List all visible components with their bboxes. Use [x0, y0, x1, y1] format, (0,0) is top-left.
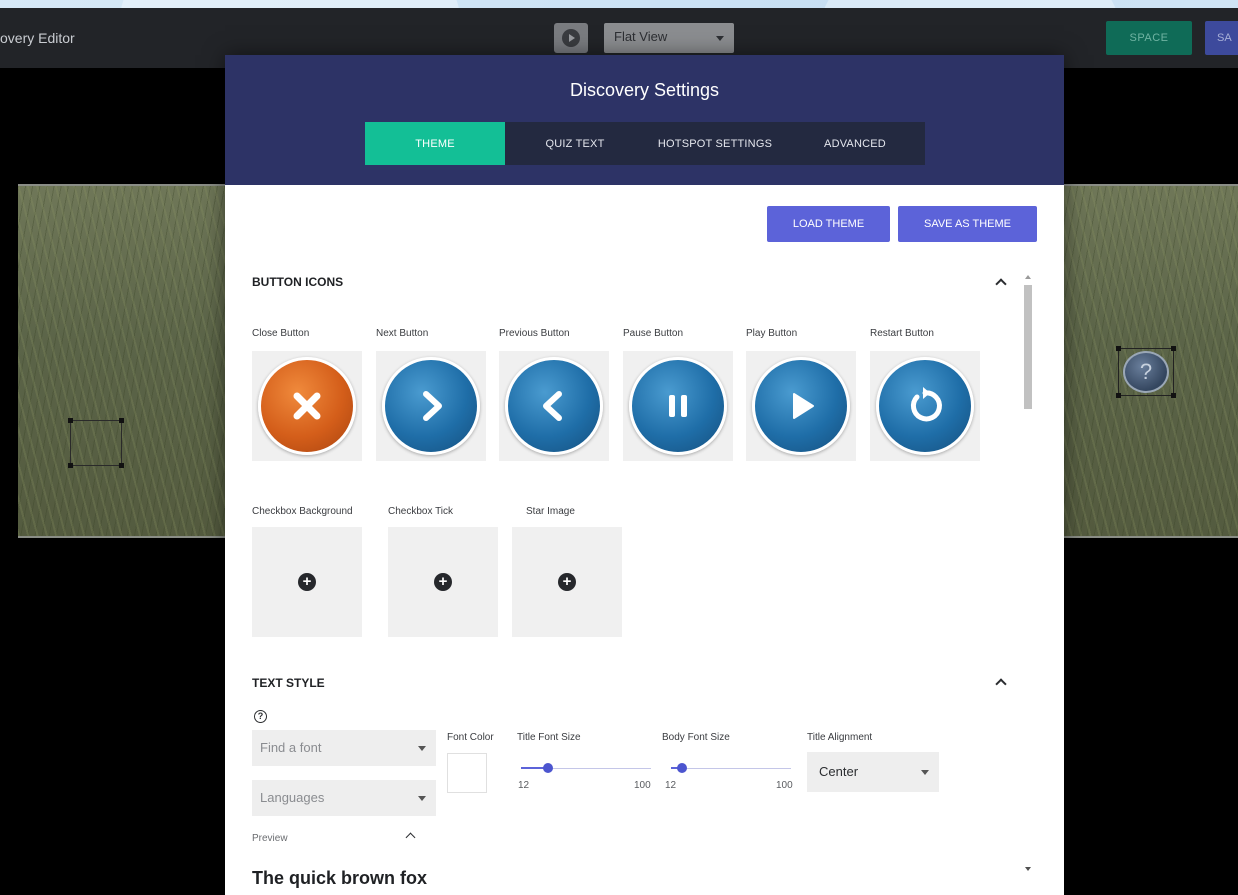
previous-button-tile[interactable]	[499, 351, 609, 461]
pause-button-label: Pause Button	[623, 328, 684, 339]
pause-button-tile[interactable]	[623, 351, 733, 461]
restart-icon	[876, 357, 974, 455]
body-font-size-label: Body Font Size	[662, 732, 730, 743]
star-image-tile[interactable]: +	[512, 527, 622, 637]
view-mode-select[interactable]: Flat View	[604, 23, 734, 53]
chevron-down-icon	[418, 796, 426, 801]
pause-icon	[629, 357, 727, 455]
next-button-tile[interactable]	[376, 351, 486, 461]
resize-handle[interactable]	[119, 418, 124, 423]
resize-handle[interactable]	[1171, 346, 1176, 351]
resize-handle[interactable]	[68, 418, 73, 423]
preview-label: Preview	[252, 833, 288, 844]
chevron-right-icon	[382, 357, 480, 455]
preview-play-button[interactable]	[554, 23, 588, 53]
checkbox-background-tile[interactable]: +	[252, 527, 362, 637]
title-font-size-min: 12	[518, 780, 530, 791]
preview-collapse-icon[interactable]	[405, 832, 416, 843]
font-search-select[interactable]: Find a font	[252, 730, 436, 766]
space-button[interactable]: SPACE	[1106, 21, 1192, 55]
dialog-scrollbar[interactable]	[1022, 273, 1034, 873]
help-icon-glyph: ?	[257, 711, 264, 721]
add-image-icon: +	[558, 573, 576, 591]
star-image-label: Star Image	[526, 506, 575, 517]
dialog-title: Discovery Settings	[569, 80, 720, 100]
scrollbar-thumb[interactable]	[1024, 285, 1032, 409]
hotspot-question[interactable]: ?	[1116, 346, 1176, 398]
scroll-down-arrow-icon[interactable]	[1025, 867, 1031, 871]
collapse-chevron-icon[interactable]	[995, 278, 1007, 290]
close-button-tile[interactable]	[252, 351, 362, 461]
collapse-chevron-icon[interactable]	[995, 678, 1007, 690]
resize-handle[interactable]	[1116, 393, 1121, 398]
font-color-label: Font Color	[447, 732, 494, 743]
add-image-icon: +	[298, 573, 316, 591]
font-placeholder: Find a font	[260, 740, 322, 755]
play-button-label: Play Button	[746, 328, 798, 339]
checkbox-tick-tile[interactable]: +	[388, 527, 498, 637]
body-font-size-slider[interactable]	[671, 768, 791, 769]
tab-theme[interactable]: THEME	[365, 122, 505, 165]
chevron-down-icon	[921, 770, 929, 775]
text-style-heading: TEXT STYLE	[252, 676, 325, 690]
view-mode-value: Flat View	[614, 29, 668, 44]
tab-quiz-text[interactable]: QUIZ TEXT	[505, 122, 645, 165]
checkbox-tick-label: Checkbox Tick	[388, 506, 454, 517]
scroll-up-arrow-icon[interactable]	[1025, 275, 1031, 279]
title-font-size-handle[interactable]	[543, 763, 553, 773]
play-icon	[752, 357, 850, 455]
dialog-header: Discovery Settings THEME QUIZ TEXT HOTSP…	[225, 55, 1064, 185]
add-image-icon: +	[434, 573, 452, 591]
settings-tabs: THEME QUIZ TEXT HOTSPOT SETTINGS ADVANCE…	[365, 122, 925, 165]
button-icons-heading: BUTTON ICONS	[252, 275, 344, 289]
play-button-tile[interactable]	[746, 351, 856, 461]
chevron-down-icon	[418, 746, 426, 751]
hotspot-rectangle[interactable]	[68, 418, 124, 468]
chevron-down-icon	[716, 36, 724, 41]
body-font-size-max: 100	[776, 780, 793, 791]
load-theme-button[interactable]: LOAD THEME	[767, 206, 890, 242]
title-font-size-max: 100	[634, 780, 651, 791]
help-icon[interactable]: ?	[254, 710, 267, 723]
checkbox-background-label: Checkbox Background	[252, 506, 353, 517]
resize-handle[interactable]	[1116, 346, 1121, 351]
chevron-left-icon	[505, 357, 603, 455]
body-font-size-min: 12	[665, 780, 677, 791]
restart-button-tile[interactable]	[870, 351, 980, 461]
save-as-theme-button[interactable]: SAVE AS THEME	[898, 206, 1037, 242]
resize-handle[interactable]	[1171, 393, 1176, 398]
title-alignment-select[interactable]: Center	[807, 752, 939, 792]
close-button-label: Close Button	[252, 328, 310, 339]
tab-hotspot-settings[interactable]: HOTSPOT SETTINGS	[645, 122, 785, 165]
languages-placeholder: Languages	[260, 790, 325, 805]
title-font-size-label: Title Font Size	[517, 732, 581, 743]
languages-select[interactable]: Languages	[252, 780, 436, 816]
body-font-size-handle[interactable]	[677, 763, 687, 773]
preview-text: The quick brown fox	[252, 868, 428, 888]
title-alignment-label: Title Alignment	[807, 732, 873, 743]
close-icon	[258, 357, 356, 455]
play-icon	[562, 29, 580, 47]
app-title: overy Editor	[0, 30, 75, 46]
restart-button-label: Restart Button	[870, 328, 934, 339]
resize-handle[interactable]	[68, 463, 73, 468]
font-color-swatch[interactable]	[447, 753, 487, 793]
question-icon: ?	[1123, 351, 1169, 393]
next-button-label: Next Button	[376, 328, 429, 339]
tab-advanced[interactable]: ADVANCED	[785, 122, 925, 165]
discovery-settings-dialog: Discovery Settings THEME QUIZ TEXT HOTSP…	[225, 55, 1064, 895]
save-button[interactable]: SA	[1205, 21, 1238, 55]
previous-button-label: Previous Button	[499, 328, 570, 339]
resize-handle[interactable]	[119, 463, 124, 468]
title-alignment-value: Center	[819, 764, 859, 779]
